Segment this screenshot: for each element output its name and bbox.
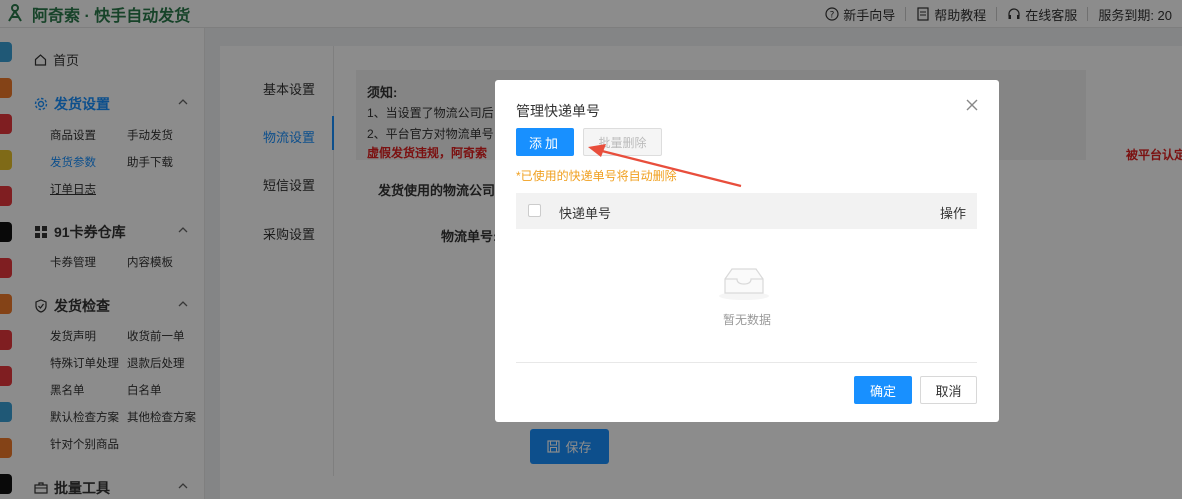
table-header: 快递单号 操作 — [516, 193, 977, 229]
column-actions: 操作 — [939, 206, 966, 221]
manage-tracking-modal: 管理快递单号 添加 批量删除 *已使用的快递单号将自动删除 快递单号 操作 暂无… — [495, 80, 999, 422]
column-tracking-number: 快递单号 — [559, 206, 612, 221]
empty-inbox-icon — [719, 268, 769, 300]
cancel-button[interactable]: 取消 — [920, 376, 977, 404]
add-button[interactable]: 添加 — [516, 128, 574, 156]
batch-delete-button[interactable]: 批量删除 — [583, 128, 662, 156]
empty-state-text: 暂无数据 — [722, 313, 771, 327]
close-icon[interactable] — [965, 98, 979, 112]
select-all-checkbox[interactable] — [528, 204, 541, 217]
auto-delete-hint: *已使用的快递单号将自动删除 — [516, 169, 677, 183]
modal-title: 管理快递单号 — [516, 103, 600, 119]
confirm-button[interactable]: 确定 — [854, 376, 912, 404]
modal-footer-divider — [516, 362, 977, 363]
